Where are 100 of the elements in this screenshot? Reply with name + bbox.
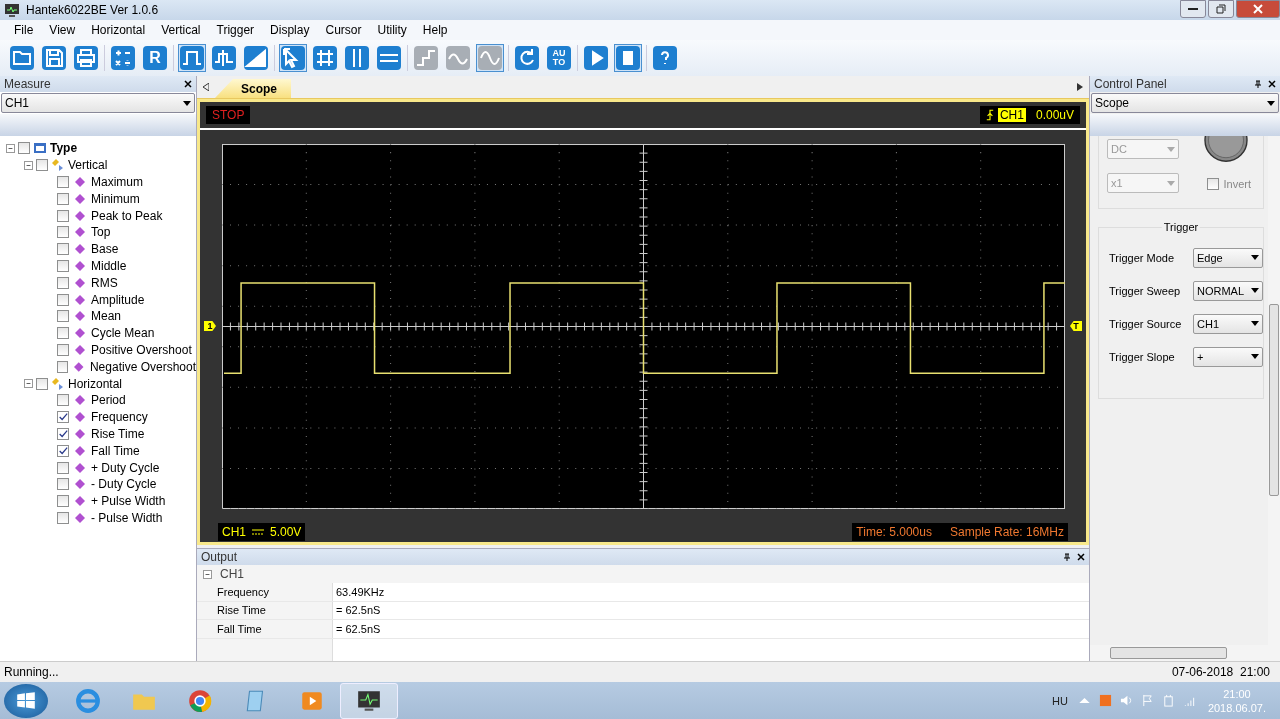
pulse-button[interactable] [178, 44, 206, 72]
collapse-toggle[interactable] [24, 160, 33, 170]
refresh-button[interactable] [513, 44, 541, 72]
tree-label[interactable]: Middle [91, 258, 127, 273]
tree-label[interactable]: Amplitude [91, 292, 145, 307]
tree-label[interactable]: Rise Time [91, 426, 145, 441]
minimize-button[interactable] [1180, 0, 1206, 18]
checkbox[interactable] [57, 444, 69, 457]
checkbox[interactable] [57, 243, 69, 256]
menu-item[interactable]: Display [270, 23, 310, 37]
checkbox[interactable] [57, 427, 69, 440]
tree-label[interactable]: Base [91, 242, 119, 257]
checkbox[interactable] [57, 478, 69, 491]
checkbox[interactable] [57, 276, 69, 289]
ramp-button[interactable] [242, 44, 270, 72]
tree-label[interactable]: Peak to Peak [91, 208, 163, 223]
language-indicator[interactable]: HU [1052, 694, 1068, 707]
checkbox[interactable] [57, 209, 69, 222]
tree-label[interactable]: Fall Time [91, 443, 140, 458]
open-button[interactable] [8, 44, 36, 72]
checkbox[interactable] [57, 327, 69, 340]
trigger-dropdown[interactable]: CH1 [1193, 313, 1263, 334]
channel-dropdown[interactable]: CH1 [1, 93, 195, 113]
tree-label[interactable]: + Pulse Width [91, 494, 166, 509]
help-button[interactable] [651, 44, 679, 72]
pulse-edge-button[interactable] [210, 44, 238, 72]
close-button[interactable] [1236, 0, 1280, 18]
pin-icon[interactable] [1254, 80, 1262, 88]
tree-label[interactable]: Top [91, 225, 111, 240]
tree-label[interactable]: Horizontal [68, 376, 123, 391]
menu-item[interactable]: Vertical [161, 23, 201, 37]
horizontal-cursor-button[interactable] [375, 44, 403, 72]
trigger-marker[interactable]: T [1070, 321, 1082, 331]
print-button[interactable] [72, 44, 100, 72]
pin-icon[interactable] [1063, 553, 1071, 561]
pointer-button[interactable] [279, 44, 307, 72]
toolbar-button[interactable]: AU TO [545, 44, 573, 72]
checkbox[interactable] [57, 511, 69, 524]
flag-icon[interactable] [1140, 694, 1154, 707]
checkbox[interactable] [57, 176, 69, 188]
menu-item[interactable]: File [14, 23, 34, 37]
menu-item[interactable]: Trigger [216, 23, 255, 37]
checkbox[interactable] [57, 495, 69, 508]
scroll-right-icon[interactable] [1077, 83, 1083, 91]
checkbox[interactable] [57, 259, 69, 272]
close-icon[interactable] [184, 80, 192, 88]
checkbox[interactable] [57, 293, 69, 306]
start-button[interactable] [4, 683, 48, 718]
trigger-dropdown[interactable]: Edge [1193, 247, 1263, 268]
menu-item[interactable]: Utility [377, 23, 407, 37]
checkbox[interactable] [57, 226, 69, 239]
trigger-dropdown[interactable]: + [1193, 346, 1263, 367]
scroll-left-icon[interactable] [203, 83, 209, 91]
tree-label[interactable]: Type [50, 141, 78, 156]
tree-label[interactable]: Positive Overshoot [91, 342, 192, 357]
checkbox[interactable] [18, 142, 30, 155]
tree-label[interactable]: Period [91, 393, 126, 408]
math-button[interactable] [109, 44, 137, 72]
close-icon[interactable] [1077, 553, 1085, 561]
tree-label[interactable]: Minimum [91, 191, 140, 206]
scope-tab[interactable]: Scope [215, 79, 291, 98]
speaker-icon[interactable] [1119, 694, 1133, 707]
collapse-toggle[interactable] [6, 143, 15, 153]
checkbox[interactable] [36, 377, 48, 390]
vertical-scrollbar[interactable] [1268, 136, 1280, 645]
tree-label[interactable]: Maximum [91, 175, 143, 189]
horizontal-scrollbar[interactable] [1090, 645, 1280, 661]
tree-label[interactable]: RMS [91, 275, 118, 290]
menu-item[interactable]: Help [422, 23, 448, 37]
checkbox[interactable] [57, 192, 69, 205]
panel-dropdown[interactable]: Scope [1091, 93, 1279, 113]
invert-checkbox[interactable] [1207, 178, 1220, 190]
oscilloscope-app-icon[interactable] [340, 682, 398, 719]
collapse-toggle[interactable] [24, 379, 33, 389]
checkbox[interactable] [57, 360, 69, 373]
menu-item[interactable]: View [49, 23, 76, 37]
grid-button[interactable] [311, 44, 339, 72]
collapse-toggle[interactable] [203, 569, 212, 579]
vertical-cursor-button[interactable] [343, 44, 371, 72]
checkbox[interactable] [57, 394, 69, 407]
app-tray-icon[interactable] [1098, 694, 1112, 707]
toolbar-button[interactable]: R [141, 44, 169, 72]
checkbox[interactable] [57, 411, 69, 424]
tree-label[interactable]: Negative Overshoot [89, 359, 196, 374]
tree-label[interactable]: Vertical [68, 158, 108, 173]
tree-label[interactable]: + Duty Cycle [91, 460, 160, 475]
tree-label[interactable]: - Pulse Width [91, 510, 163, 525]
tree-label[interactable]: - Duty Cycle [91, 477, 157, 492]
tree-label[interactable]: Frequency [91, 410, 148, 425]
menu-item[interactable]: Horizontal [91, 23, 146, 37]
checkbox[interactable] [57, 310, 69, 323]
close-icon[interactable] [1268, 80, 1276, 88]
menu-item[interactable]: Cursor [325, 23, 362, 37]
save-button[interactable] [40, 44, 68, 72]
checkbox[interactable] [57, 343, 69, 356]
checkbox[interactable] [36, 159, 48, 172]
tree-label[interactable]: Cycle Mean [91, 326, 155, 341]
trigger-dropdown[interactable]: NORMAL [1193, 280, 1263, 301]
play-button[interactable] [582, 44, 610, 72]
checkbox[interactable] [57, 461, 69, 474]
